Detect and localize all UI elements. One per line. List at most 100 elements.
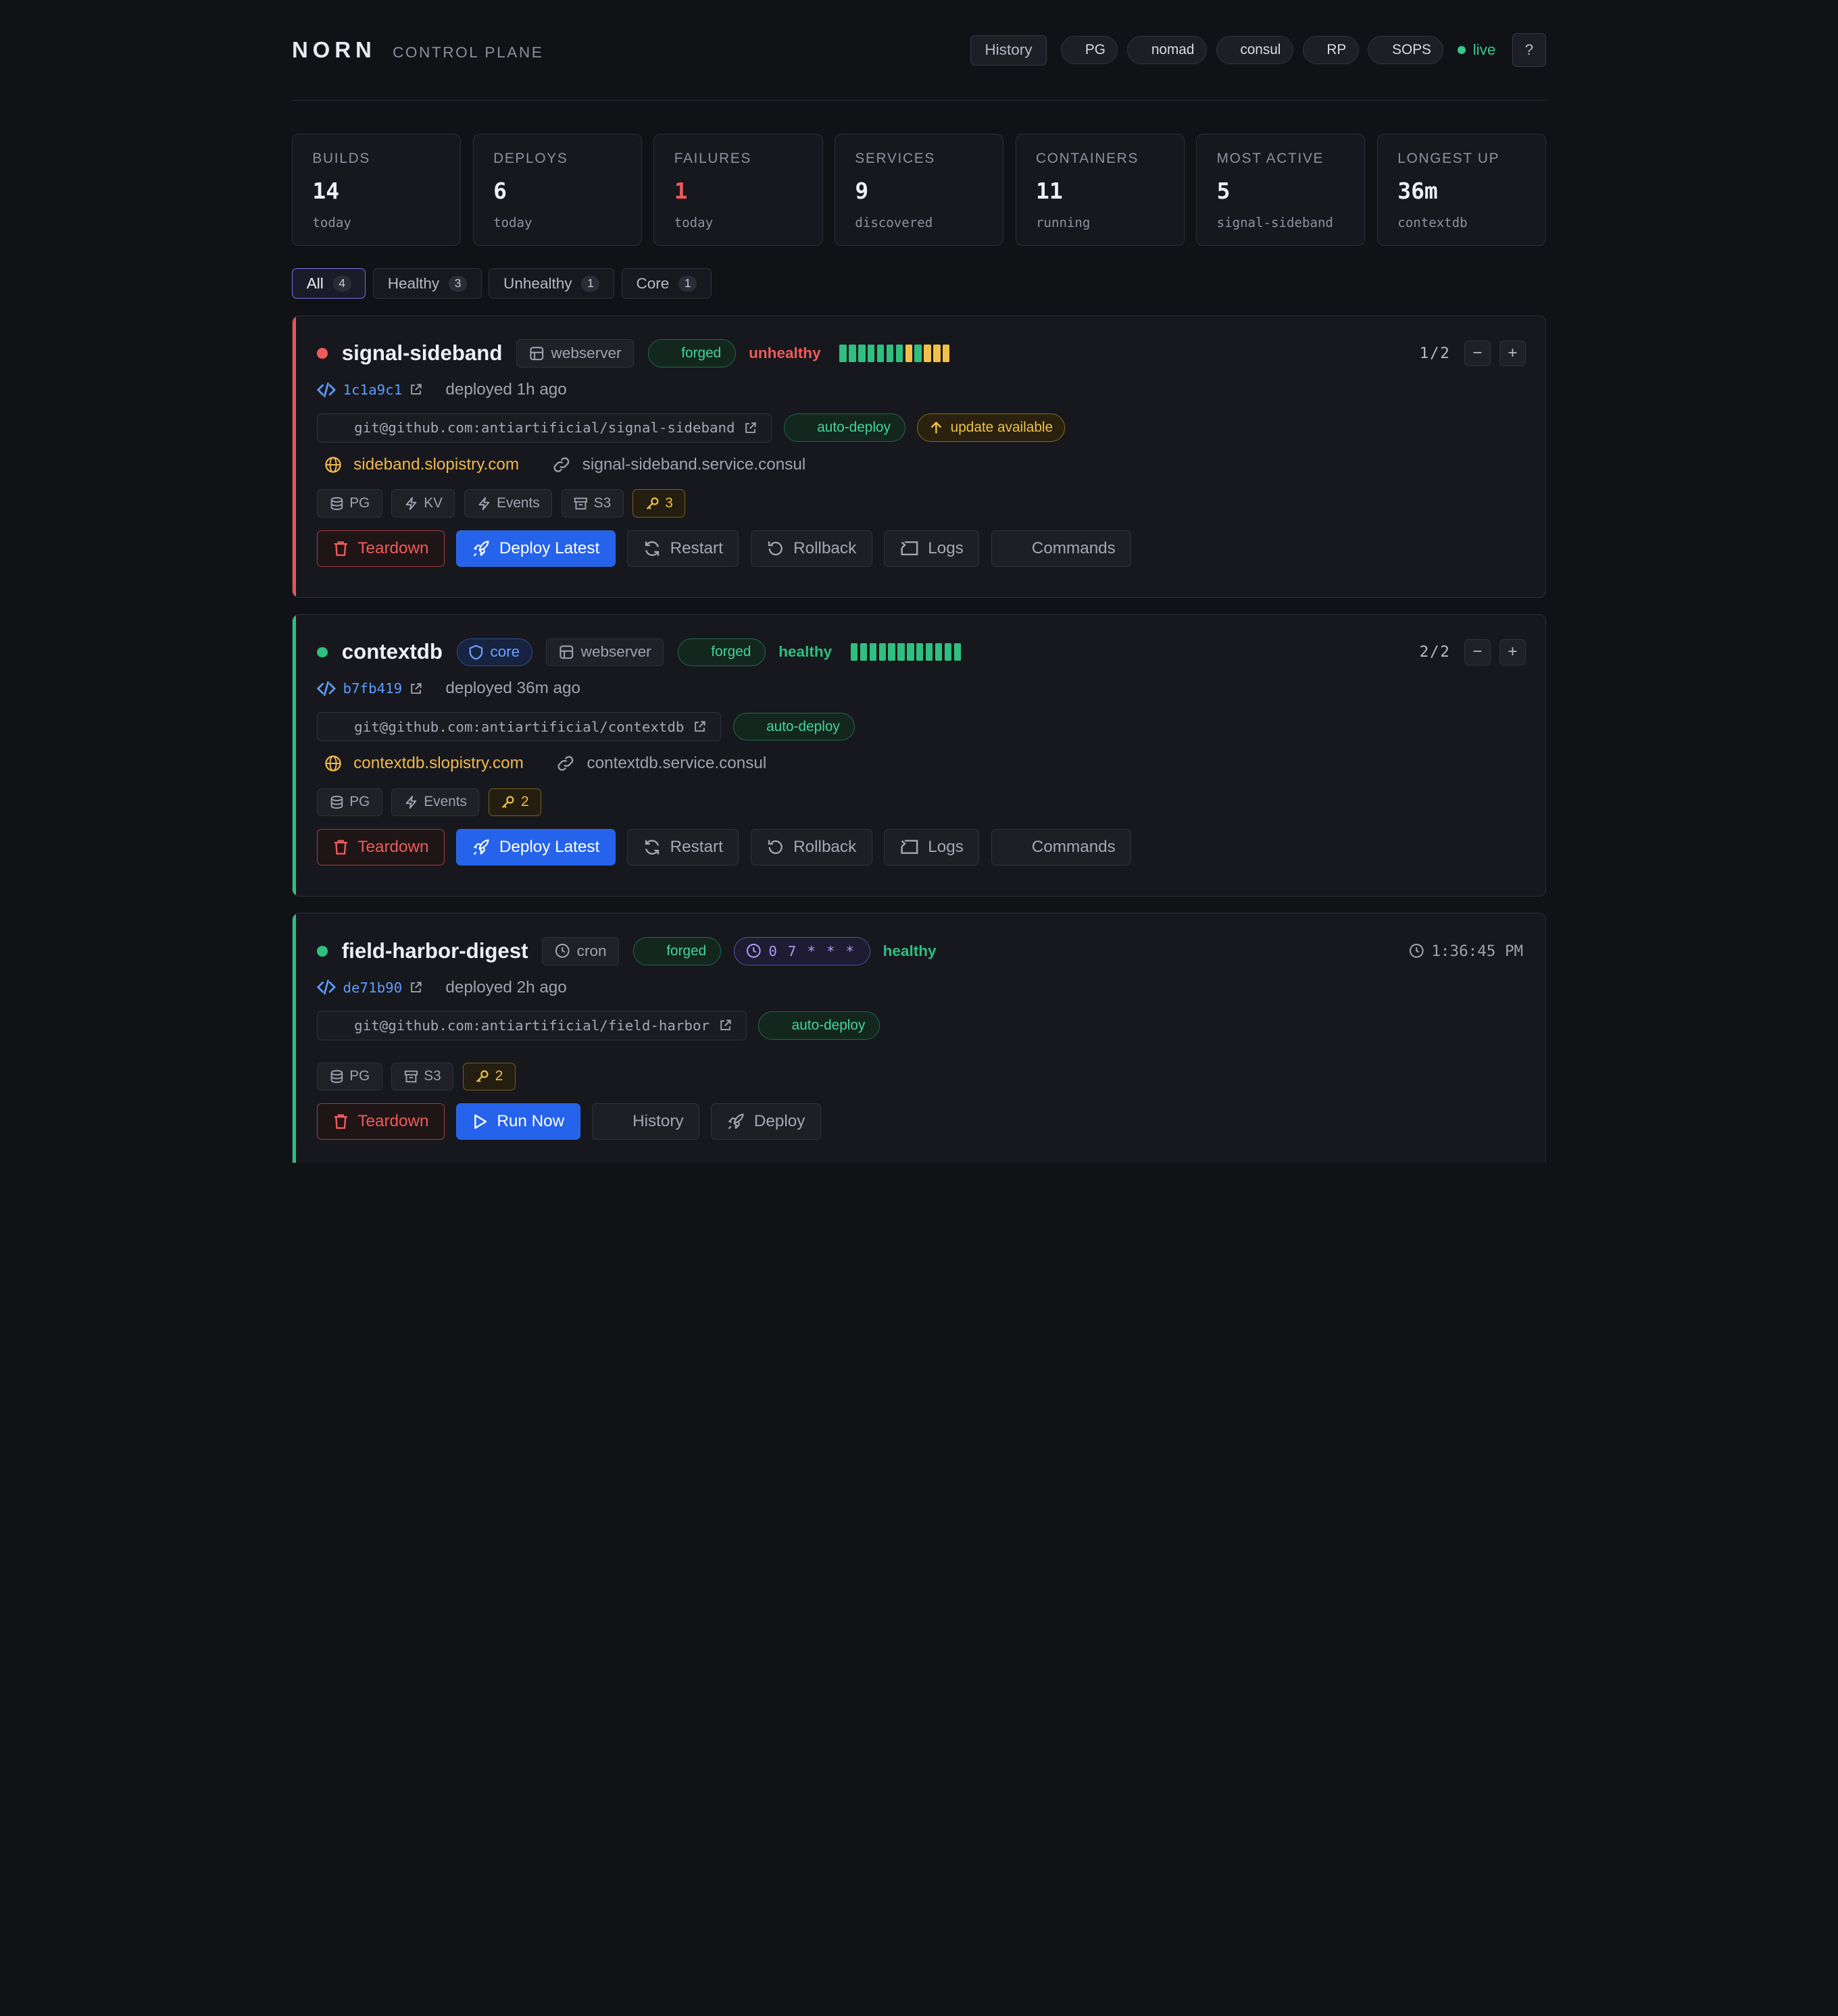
teardown-button[interactable]: Teardown (317, 1103, 445, 1140)
deployed-time: deployed 2h ago (445, 978, 567, 997)
restart-button[interactable]: Restart (627, 829, 739, 866)
domain-label: sideband.slopistry.com (353, 455, 520, 474)
commit-link[interactable]: b7fb419 (317, 680, 422, 697)
resource-kv: KV (391, 489, 455, 518)
commit-link[interactable]: de71b90 (317, 979, 422, 996)
logs-button[interactable]: Logs (884, 829, 980, 866)
button-label: Logs (928, 838, 964, 857)
filter-label: All (306, 274, 324, 292)
bolt-icon (478, 497, 489, 510)
health-bar (850, 643, 858, 661)
repo-url: git@github.com:antiartificial/signal-sid… (354, 420, 735, 436)
restart-button[interactable]: Restart (627, 530, 739, 567)
deploy-button[interactable]: Deploy (711, 1103, 821, 1140)
auto-deploy-badge[interactable]: auto-deploy (783, 413, 905, 443)
health-status: healthy (778, 643, 833, 661)
pill-consul[interactable]: consul (1216, 36, 1293, 64)
health-bar (868, 345, 875, 363)
service-name[interactable]: signal-sideband (342, 341, 503, 366)
stats-row: BUILDS 14 today DEPLOYS 6 today FAILURES… (291, 133, 1547, 247)
rollback-button[interactable]: Rollback (750, 829, 872, 866)
stat-deploys: DEPLOYS 6 today (472, 133, 642, 247)
auto-deploy-badge[interactable]: auto-deploy (732, 712, 855, 741)
filter-all[interactable]: All 4 (291, 268, 366, 299)
commit-link[interactable]: 1c1a9c1 (317, 382, 422, 398)
pill-sops[interactable]: SOPS (1368, 36, 1444, 64)
update-available-badge[interactable]: update available (917, 413, 1066, 443)
stat-label: BUILDS (312, 151, 370, 167)
endpoint-row: sideband.slopistry.com signal-sideband.s… (317, 453, 1545, 477)
refresh-icon (645, 541, 659, 556)
service-name[interactable]: field-harbor-digest (342, 939, 528, 963)
run-now-button[interactable]: Run Now (456, 1103, 580, 1140)
filter-unhealthy[interactable]: Unhealthy 1 (489, 268, 615, 299)
commands-button[interactable]: Commands (991, 530, 1132, 567)
secrets-count[interactable]: 2 (462, 1062, 516, 1091)
core-label: core (490, 643, 520, 661)
stat-builds: BUILDS 14 today (291, 133, 462, 247)
stat-label: MOST ACTIVE (1216, 151, 1324, 167)
code-icon (317, 681, 337, 697)
filter-count: 1 (581, 275, 600, 292)
help-button[interactable]: ? (1512, 32, 1547, 68)
live-label: live (1472, 41, 1496, 59)
repo-link[interactable]: git@github.com:antiartificial/contextdb (317, 711, 722, 742)
repo-link[interactable]: git@github.com:antiartificial/signal-sid… (317, 413, 772, 443)
scale-up-button[interactable]: + (1499, 639, 1526, 665)
archive-icon (574, 497, 588, 509)
scale-down-button[interactable]: − (1464, 639, 1491, 665)
domain-link[interactable]: sideband.slopistry.com (324, 455, 519, 474)
teardown-button[interactable]: Teardown (317, 530, 445, 567)
filter-healthy[interactable]: Healthy 3 (372, 268, 482, 299)
arrow-up-icon (931, 421, 942, 434)
resource-s3: S3 (561, 489, 624, 518)
stat-value: 1 (674, 177, 688, 204)
repo-link[interactable]: git@github.com:antiartificial/field-harb… (317, 1011, 747, 1040)
undo-icon (768, 541, 783, 555)
stat-sub: today (674, 215, 714, 230)
deploy-latest-button[interactable]: Deploy Latest (456, 530, 616, 567)
stat-failures: FAILURES 1 today (653, 133, 823, 247)
auto-deploy-badge[interactable]: auto-deploy (758, 1011, 880, 1040)
button-label: Teardown (357, 538, 429, 557)
button-label: Rollback (793, 538, 857, 557)
filter-core[interactable]: Core 1 (621, 268, 712, 299)
filter-count: 4 (332, 275, 351, 292)
rocket-icon (473, 540, 489, 557)
stat-sub: discovered (855, 215, 933, 230)
cron-schedule-label: 0 7 * * * (768, 942, 855, 959)
health-bar (905, 345, 912, 363)
pill-pg[interactable]: PG (1061, 36, 1118, 64)
scale-down-button[interactable]: − (1464, 341, 1491, 367)
pill-nomad[interactable]: nomad (1127, 36, 1207, 64)
service-name[interactable]: contextdb (342, 640, 443, 664)
resource-label: Events (424, 794, 467, 810)
resource-events: Events (464, 489, 553, 518)
trash-icon (334, 1114, 347, 1129)
commands-button[interactable]: Commands (991, 829, 1132, 866)
stat-value: 9 (855, 177, 869, 204)
repo-row: git@github.com:antiartificial/contextdb … (317, 711, 1545, 742)
secrets-count[interactable]: 2 (489, 788, 541, 817)
resource-pg: PG (317, 1062, 382, 1091)
status-dot-icon (317, 647, 328, 658)
rocket-icon (473, 839, 489, 855)
health-bar (914, 345, 922, 363)
teardown-button[interactable]: Teardown (317, 829, 445, 866)
health-bar (869, 643, 877, 661)
rollback-button[interactable]: Rollback (750, 530, 872, 567)
history-button[interactable]: History (592, 1103, 700, 1140)
external-link-icon (720, 1019, 731, 1031)
service-card-field-harbor-digest: field-harbor-digest cron forged 0 7 * * … (291, 913, 1547, 1163)
history-button[interactable]: History (970, 34, 1047, 66)
domain-link[interactable]: contextdb.slopistry.com (324, 754, 524, 773)
key-icon (646, 497, 659, 509)
resources-row: PG S3 2 (317, 1062, 1545, 1091)
health-bar (935, 643, 943, 661)
deploy-latest-button[interactable]: Deploy Latest (456, 829, 616, 866)
clock-icon (555, 944, 570, 959)
logs-button[interactable]: Logs (884, 530, 980, 567)
scale-up-button[interactable]: + (1499, 341, 1526, 367)
pill-rp[interactable]: RP (1302, 36, 1359, 64)
secrets-count[interactable]: 3 (632, 489, 686, 518)
